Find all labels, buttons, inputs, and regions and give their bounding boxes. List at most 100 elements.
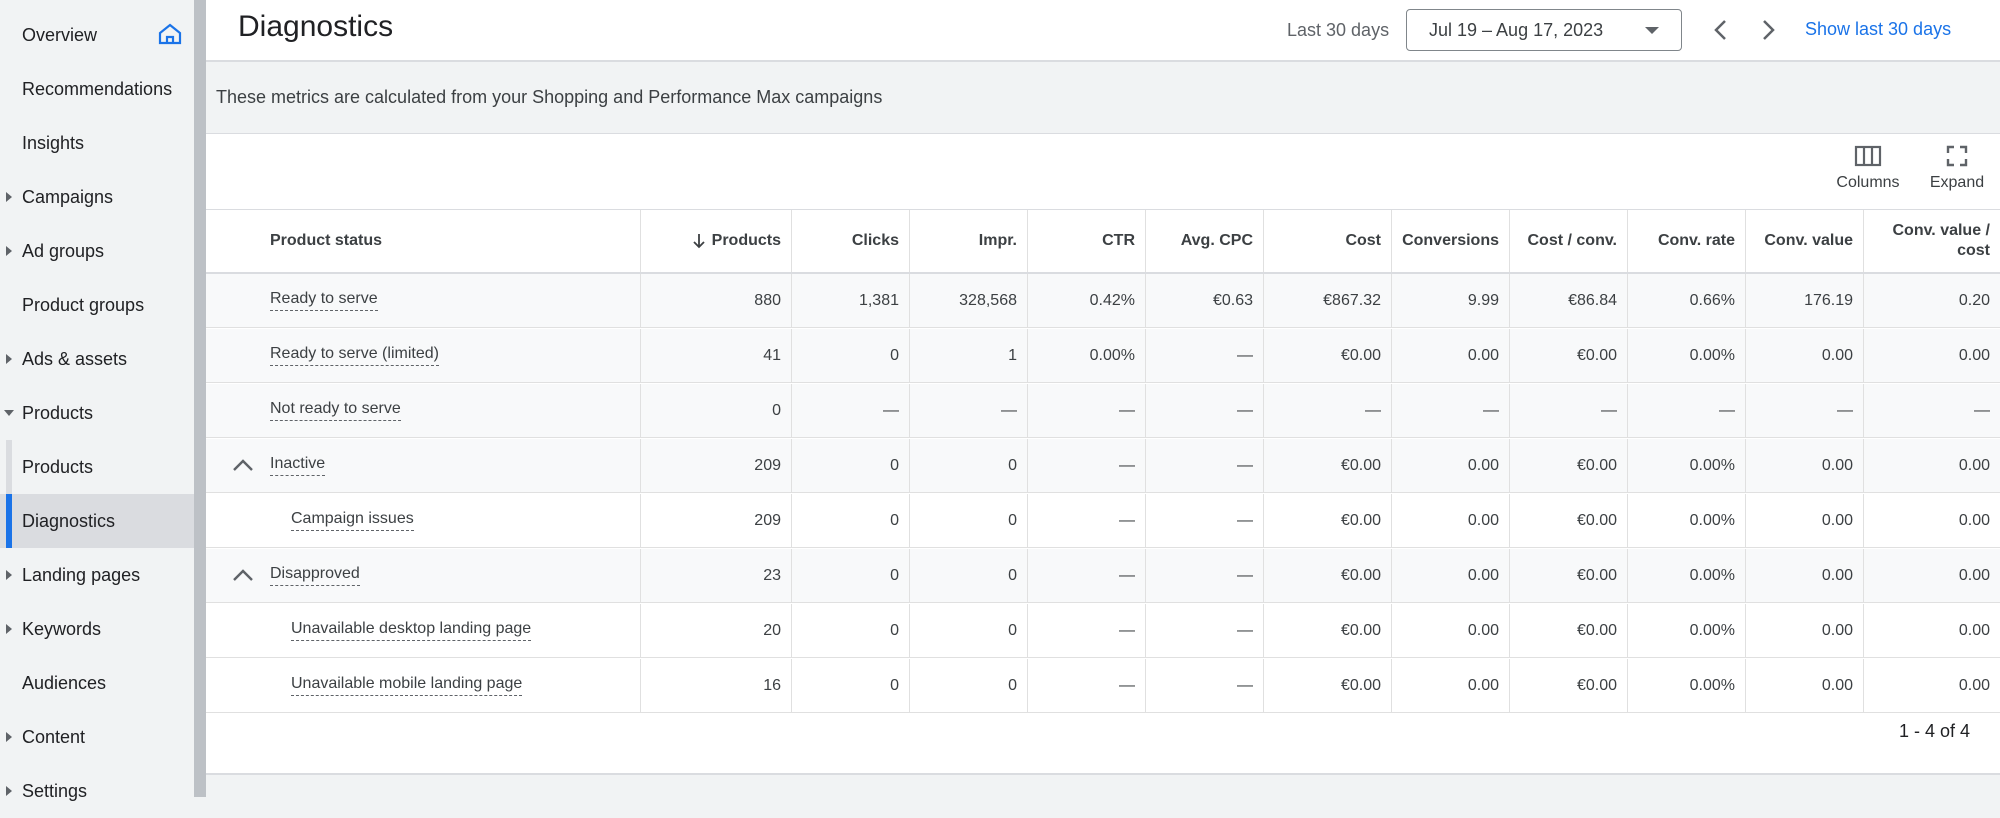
product-status-link[interactable]: Ready to serve xyxy=(270,290,378,311)
date-range-picker[interactable]: Jul 19 – Aug 17, 2023 xyxy=(1406,9,1682,51)
sidebar-item-keywords[interactable]: Keywords xyxy=(0,602,194,656)
cell-cost-per-conv: €86.84 xyxy=(1509,274,1627,327)
cell-conv-value: — xyxy=(1745,384,1863,437)
collapse-chevron-icon[interactable] xyxy=(232,566,254,586)
product-status-cell: Not ready to serve xyxy=(206,384,640,437)
product-status-cell: Ready to serve xyxy=(206,274,640,327)
chevron-left-icon[interactable] xyxy=(1707,16,1735,44)
cell-ctr: — xyxy=(1027,384,1145,437)
cell-ctr: — xyxy=(1027,549,1145,602)
cell-conv-value: 0.00 xyxy=(1745,494,1863,547)
cell-ctr: — xyxy=(1027,604,1145,657)
caret-right-icon xyxy=(6,732,12,742)
cell-clicks: 0 xyxy=(791,549,909,602)
column-header-impressions[interactable]: Impr. xyxy=(909,210,1027,272)
sidebar-item-recommendations[interactable]: Recommendations xyxy=(0,62,194,116)
table-row: Not ready to serve 0— — — — — — — — — — xyxy=(206,384,2000,438)
caret-right-icon xyxy=(6,570,12,580)
cell-cost-per-conv: — xyxy=(1509,384,1627,437)
product-status-link[interactable]: Ready to serve (limited) xyxy=(270,345,439,366)
sidebar-item-insights[interactable]: Insights xyxy=(0,116,194,170)
table-child-row: Unavailable desktop landing page 20 0 0— — €0… xyxy=(206,604,2000,658)
show-last-30-days-link[interactable]: Show last 30 days xyxy=(1805,19,1951,40)
chevron-right-icon[interactable] xyxy=(1754,16,1782,44)
product-status-link[interactable]: Unavailable desktop landing page xyxy=(291,620,532,641)
sidebar-scrollbar[interactable] xyxy=(194,0,206,797)
sidebar-item-label: Keywords xyxy=(22,618,102,639)
date-range-label: Last 30 days xyxy=(1287,20,1390,40)
column-header-avg-cpc[interactable]: Avg. CPC xyxy=(1145,210,1263,272)
cell-products: 23 xyxy=(640,549,791,602)
page-title: Diagnostics xyxy=(238,10,394,43)
sub-nav-indicator xyxy=(6,440,12,494)
cell-impressions: — xyxy=(909,384,1027,437)
sidebar-item-label: Ads & assets xyxy=(22,348,128,369)
sidebar-item-landing-pages[interactable]: Landing pages xyxy=(0,548,194,602)
cell-cost: €0.00 xyxy=(1263,439,1391,492)
sidebar-item-ad-groups[interactable]: Ad groups xyxy=(0,224,194,278)
cell-impressions: 0 xyxy=(909,549,1027,602)
sidebar-item-overview[interactable]: Overview xyxy=(0,8,194,62)
sidebar-item-label: Campaigns xyxy=(22,186,114,207)
cell-cost: €0.00 xyxy=(1263,659,1391,712)
home-icon xyxy=(158,23,182,45)
product-status-link[interactable]: Inactive xyxy=(270,455,326,476)
column-header-cost[interactable]: Cost xyxy=(1263,210,1391,272)
cell-conv-value: 0.00 xyxy=(1745,659,1863,712)
column-header-product-status[interactable]: Product status xyxy=(206,210,640,272)
sidebar-item-products[interactable]: Products xyxy=(0,386,194,440)
sidebar-item-diagnostics-sub[interactable]: Diagnostics xyxy=(0,494,194,548)
column-header-ctr[interactable]: CTR xyxy=(1027,210,1145,272)
cell-conversions: 0.00 xyxy=(1391,439,1509,492)
sidebar-item-campaigns[interactable]: Campaigns xyxy=(0,170,194,224)
expand-button[interactable]: Expand xyxy=(1922,144,1992,204)
cell-conv-value-per-cost: 0.00 xyxy=(1863,549,2000,602)
sidebar-item-products-sub[interactable]: Products xyxy=(0,440,194,494)
cell-impressions: 0 xyxy=(909,439,1027,492)
columns-label: Columns xyxy=(1836,174,1900,191)
table-child-row: Campaign issues 209 0 0— — €0.00 0.00 €0.00 0.00… xyxy=(206,494,2000,548)
sidebar-item-ads-assets[interactable]: Ads & assets xyxy=(0,332,194,386)
product-status-link[interactable]: Unavailable mobile landing page xyxy=(291,675,523,696)
column-header-conv-rate[interactable]: Conv. rate xyxy=(1627,210,1745,272)
column-header-clicks[interactable]: Clicks xyxy=(791,210,909,272)
cell-conversions: — xyxy=(1391,384,1509,437)
expand-label: Expand xyxy=(1929,174,1985,191)
sidebar-item-audiences[interactable]: Audiences xyxy=(0,656,194,710)
cell-ctr: — xyxy=(1027,659,1145,712)
sidebar-item-label: Diagnostics xyxy=(22,510,116,531)
product-status-link[interactable]: Not ready to serve xyxy=(270,400,401,421)
cell-conv-rate: 0.00% xyxy=(1627,604,1745,657)
column-header-products[interactable]: Products xyxy=(640,210,791,272)
column-header-label: Products xyxy=(711,232,781,249)
sidebar-item-settings[interactable]: Settings xyxy=(0,764,194,818)
product-status-cell: Unavailable desktop landing page xyxy=(206,604,640,657)
cell-conv-value: 0.00 xyxy=(1745,604,1863,657)
info-banner: These metrics are calculated from your S… xyxy=(206,62,2000,134)
column-header-label: Conv. value xyxy=(1764,232,1853,249)
column-header-conversions[interactable]: Conversions xyxy=(1391,210,1509,272)
sidebar-item-content[interactable]: Content xyxy=(0,710,194,764)
cell-conv-value: 176.19 xyxy=(1745,274,1863,327)
column-header-cost-per-conv[interactable]: Cost / conv. xyxy=(1509,210,1627,272)
column-header-conv-value-per-cost[interactable]: Conv. value / cost xyxy=(1863,210,2000,272)
cell-clicks: 0 xyxy=(791,659,909,712)
cell-cost: €0.00 xyxy=(1263,329,1391,382)
columns-button[interactable]: Columns xyxy=(1820,144,1916,204)
cell-clicks: 0 xyxy=(791,329,909,382)
cell-cost-per-conv: €0.00 xyxy=(1509,604,1627,657)
sub-nav-indicator xyxy=(6,494,12,548)
product-status-link[interactable]: Campaign issues xyxy=(291,510,414,531)
sidebar-item-product-groups[interactable]: Product groups xyxy=(0,278,194,332)
sidebar-item-label: Recommendations xyxy=(22,78,173,99)
sidebar-item-label: Products xyxy=(22,402,94,423)
cell-clicks: 1,381 xyxy=(791,274,909,327)
column-header-conv-value[interactable]: Conv. value xyxy=(1745,210,1863,272)
cell-cost: — xyxy=(1263,384,1391,437)
column-header-label: CTR xyxy=(1102,232,1135,249)
collapse-chevron-icon[interactable] xyxy=(232,456,254,476)
cell-conv-value-per-cost: — xyxy=(1863,384,2000,437)
product-status-link[interactable]: Disapproved xyxy=(270,565,360,586)
cell-impressions: 0 xyxy=(909,659,1027,712)
cell-products: 209 xyxy=(640,494,791,547)
